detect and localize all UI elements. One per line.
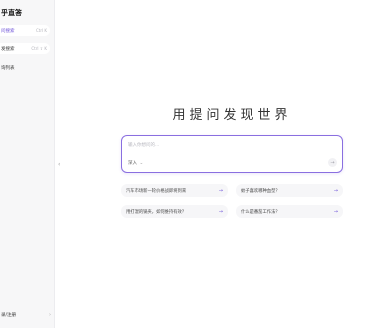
arrow-right-icon: → (218, 187, 223, 194)
arrow-right-icon: → (218, 208, 223, 215)
shortcut-hint: Ctrl ⇧ K (31, 46, 47, 51)
suggestion-label: 什么是番茄工作法？ (241, 209, 280, 215)
suggestion-label: 汽车市场新一轮价格战即将到来 (126, 188, 187, 194)
login-register-link[interactable]: 录/注册 › (1, 312, 51, 318)
chevron-down-icon: ⌄ (139, 161, 144, 166)
sidebar-item-search[interactable]: 问搜索 Ctrl K (0, 25, 50, 36)
sidebar-collapse-icon[interactable]: ‹ (58, 161, 60, 168)
suggestion-label: 用打湿的锅夹，如何维持有效？ (126, 209, 187, 215)
sidebar-item-discover[interactable]: 发搜索 Ctrl ⇧ K (0, 43, 50, 54)
sidebar-item-label: 发搜索 (1, 46, 15, 52)
brand-logo-text[interactable]: 乎直答 (1, 8, 22, 18)
suggestion-chip[interactable]: 汽车市场新一轮价格战即将到来 → (121, 184, 228, 197)
suggestion-chip[interactable]: 用打湿的锅夹，如何维持有效？ → (121, 205, 228, 218)
page-title: 用提问发现世界 (172, 108, 292, 123)
arrow-right-icon: → (333, 208, 338, 215)
suggestion-chip[interactable]: 什么是番茄工作法？ → (236, 205, 343, 218)
shortcut-hint: Ctrl K (35, 28, 47, 33)
suggestion-label: 蚊子喜欢哪种血型？ (241, 188, 280, 194)
suggestion-chip[interactable]: 蚊子喜欢哪种血型？ → (236, 184, 343, 197)
sidebar-item-history[interactable]: 询列表 (1, 65, 15, 71)
depth-selector[interactable]: 深入 ⌄ (128, 160, 143, 166)
sidebar-item-label: 问搜索 (1, 28, 15, 34)
login-register-label: 录/注册 (1, 313, 17, 318)
sidebar: 乎直答 问搜索 Ctrl K 发搜索 Ctrl ⇧ K 询列表 录/注册 › (0, 0, 55, 328)
arrow-right-icon: → (330, 159, 335, 166)
depth-label: 深入 (128, 161, 137, 166)
ask-input-box[interactable]: 输入你想问的... 深入 ⌄ → (121, 135, 343, 173)
chevron-right-icon: › (49, 312, 51, 318)
send-button[interactable]: → (328, 158, 337, 167)
arrow-right-icon: → (333, 187, 338, 194)
ask-input[interactable]: 输入你想问的... (128, 142, 159, 148)
